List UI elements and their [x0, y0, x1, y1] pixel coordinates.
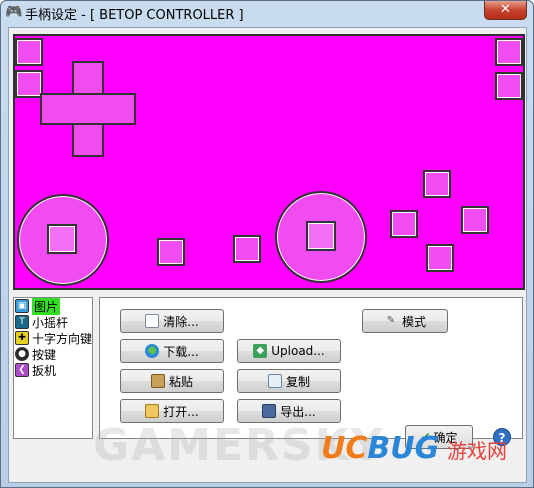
download-button[interactable]: ● 下载...	[120, 339, 224, 363]
globe-icon: ●	[145, 344, 160, 358]
dpad-icon: ✚	[15, 331, 29, 345]
list-item-label: 图片	[32, 297, 61, 315]
client-area: ▣ 图片 T 小摇杆 ✚ 十字方向键 ● 按键 ❮ 扳机 清除... ✎ 模式 …	[8, 27, 527, 483]
watermark-uc: UC	[321, 431, 368, 466]
face-button-bottom[interactable]	[426, 244, 454, 272]
button-icon: ●	[15, 347, 29, 361]
paste-button[interactable]: 粘贴	[120, 369, 224, 393]
paste-button-label: 粘贴	[168, 374, 193, 389]
picture-icon: ▣	[15, 299, 29, 313]
copy-icon	[267, 374, 282, 388]
watermark-bug: BUG	[367, 431, 440, 466]
clear-button-label: 清除...	[163, 314, 199, 329]
folder-open-icon	[145, 404, 160, 418]
controller-canvas[interactable]	[13, 34, 525, 290]
select-button[interactable]	[157, 238, 185, 266]
export-button-label: 导出...	[280, 404, 316, 419]
shoulder-button-l2[interactable]	[15, 70, 43, 98]
left-joystick-knob[interactable]	[47, 224, 77, 254]
gamepad-icon: 🎮	[5, 4, 23, 20]
clipboard-icon	[150, 374, 165, 388]
brush-icon: ✎	[386, 315, 396, 326]
window-title: 手柄设定 - [ BETOP CONTROLLER ]	[25, 8, 244, 23]
list-item-picture[interactable]: ▣ 图片	[14, 297, 92, 315]
list-item-label: 扳机	[32, 363, 57, 378]
start-button[interactable]	[233, 235, 261, 263]
copy-button-label: 复制	[285, 374, 310, 389]
watermark-cn: 游戏网	[447, 439, 507, 463]
shoulder-button-r2[interactable]	[495, 72, 523, 100]
close-button[interactable]: ✕	[484, 1, 527, 20]
download-button-label: 下载...	[163, 344, 199, 359]
face-button-top[interactable]	[423, 170, 451, 198]
list-item-label: 十字方向键	[32, 331, 93, 346]
app-window: 🎮 手柄设定 - [ BETOP CONTROLLER ] ✕ ▣ 图片 T 小…	[0, 0, 534, 488]
watermark-ucbug: UCBUG	[321, 431, 439, 466]
document-icon	[145, 314, 160, 328]
list-item-dpad[interactable]: ✚ 十字方向键	[14, 330, 92, 346]
package-icon: ◆	[253, 344, 268, 358]
mode-button-label: 模式	[401, 314, 426, 329]
list-item-label: 小摇杆	[32, 315, 69, 330]
element-type-list[interactable]: ▣ 图片 T 小摇杆 ✚ 十字方向键 ● 按键 ❮ 扳机	[13, 297, 93, 439]
mode-button[interactable]: ✎ 模式	[362, 309, 448, 333]
joystick-icon: T	[15, 315, 29, 329]
clear-button[interactable]: 清除...	[120, 309, 224, 333]
list-item-label: 按键	[32, 347, 57, 362]
shoulder-button-r1[interactable]	[495, 38, 523, 66]
upload-button[interactable]: ◆ Upload...	[237, 339, 341, 363]
face-button-right[interactable]	[461, 206, 489, 234]
shoulder-button-l1[interactable]	[15, 38, 43, 66]
list-item-joystick[interactable]: T 小摇杆	[14, 314, 92, 330]
list-item-trigger[interactable]: ❮ 扳机	[14, 362, 92, 378]
trigger-icon: ❮	[15, 363, 29, 377]
floppy-disk-icon	[262, 404, 277, 418]
title-bar: 🎮 手柄设定 - [ BETOP CONTROLLER ] ✕	[1, 1, 533, 25]
open-button-label: 打开...	[163, 404, 199, 419]
actions-panel: 清除... ✎ 模式 ● 下载... ◆ Upload... 粘贴 复制 打开.…	[99, 297, 523, 439]
list-item-button[interactable]: ● 按键	[14, 346, 92, 362]
upload-button-label: Upload...	[271, 344, 325, 358]
right-joystick-knob[interactable]	[306, 221, 336, 251]
copy-button[interactable]: 复制	[237, 369, 341, 393]
dpad-center	[74, 95, 102, 123]
face-button-left[interactable]	[390, 210, 418, 238]
